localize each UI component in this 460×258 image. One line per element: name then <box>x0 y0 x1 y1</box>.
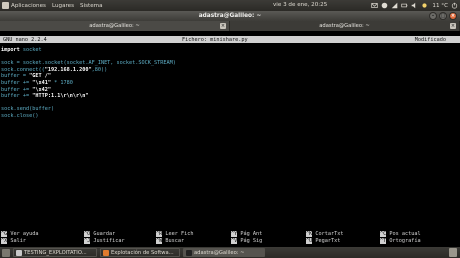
shortcut-item[interactable]: ^R Leer Fich <box>156 231 193 238</box>
shortcut-item[interactable]: ^G Ver ayuda <box>1 231 38 238</box>
battery-icon[interactable] <box>401 2 408 9</box>
shortcut-item[interactable]: ^Y Pág Ant <box>231 231 262 238</box>
chat-icon[interactable] <box>381 2 388 9</box>
app-icon <box>186 249 192 256</box>
shortcut-label: CortarTxt <box>312 231 344 237</box>
shortcut-item[interactable]: ^W Buscar <box>156 238 184 245</box>
shortcut-label: Salir <box>7 238 26 244</box>
code-line[interactable]: import socket <box>1 47 459 54</box>
code-token: buffer += <box>1 79 33 86</box>
minimize-icon[interactable]: – <box>429 12 437 20</box>
shortcut-label: Justificar <box>90 238 125 244</box>
code-line[interactable] <box>1 54 459 61</box>
shortcut-label: Buscar <box>162 238 185 244</box>
app-icon <box>16 249 22 256</box>
code-token: sock = socket.socket(socket.AF_INET, soc… <box>1 60 176 67</box>
code-line[interactable] <box>1 100 459 107</box>
power-icon[interactable] <box>451 2 458 9</box>
code-line[interactable]: buffer = "GET /" <box>1 73 459 80</box>
shortcut-item[interactable]: ^T Ortografía <box>380 238 421 245</box>
code-token: buffer += <box>1 86 33 93</box>
nano-title-bar: GNU nano 2.2.4 Fichero: minishare.py Mod… <box>0 36 460 43</box>
window-titlebar[interactable]: adastra@Galileo: ~ – □ × <box>0 11 460 21</box>
top-panel: Aplicaciones Lugares Sistema vie 3 de en… <box>0 0 460 11</box>
code-token: sock.close() <box>1 112 39 119</box>
code-line[interactable]: sock.connect(("192.168.1.200",80)) <box>1 67 459 74</box>
terminal-tabs: adastra@Galileo: ~ × adastra@Galileo: ~ … <box>0 21 460 31</box>
terminal-area[interactable]: GNU nano 2.2.4 Fichero: minishare.py Mod… <box>0 31 460 245</box>
code-line[interactable]: sock.send(buffer) <box>1 106 459 113</box>
tab-terminal-1[interactable]: adastra@Galileo: ~ × <box>0 21 230 31</box>
shortcut-label: Pág Ant <box>237 231 263 237</box>
shortcut-label: Leer Fich <box>162 231 194 237</box>
code-token: "HTTP:1.1\r\n\r\n" <box>32 93 89 100</box>
menu-sistema[interactable]: Sistema <box>80 3 103 9</box>
panel-clock[interactable]: vie 3 de ene, 20:25 <box>273 2 327 8</box>
taskbar-label: TESTING_EXPLOITATIO... <box>24 249 87 256</box>
close-icon[interactable]: × <box>449 12 457 20</box>
tab-close-icon[interactable]: × <box>450 23 456 29</box>
code-token: "\x42" <box>32 86 51 93</box>
taskbar-button[interactable]: TESTING_EXPLOITATIO... <box>13 248 97 257</box>
shortcut-label: Pág Sig <box>237 238 263 244</box>
shortcut-label: PegarTxt <box>312 238 341 244</box>
window-controls: – □ × <box>429 12 457 20</box>
tab-terminal-2[interactable]: adastra@Galileo: ~ × <box>230 21 460 31</box>
tab-label: adastra@Galileo: ~ <box>319 23 370 29</box>
taskbar-label: adastra@Galileo: ~ <box>194 249 245 256</box>
code-token: sock.connect(( <box>1 66 45 73</box>
code-line[interactable]: sock.close() <box>1 113 459 120</box>
tab-close-icon[interactable]: × <box>220 23 226 29</box>
trash-icon[interactable] <box>449 248 457 257</box>
nano-version: GNU nano 2.2.4 <box>3 36 47 43</box>
code-token: "GET /" <box>29 73 51 80</box>
network-icon[interactable] <box>391 2 398 9</box>
menu-aplicaciones[interactable]: Aplicaciones <box>11 3 46 9</box>
code-token: "\x41" <box>32 79 51 86</box>
taskbar-button[interactable]: adastra@Galileo: ~ <box>183 248 265 257</box>
temperature-label[interactable]: 11 °C <box>432 3 448 9</box>
taskbar-button[interactable]: Explotación de Softwa... <box>100 248 180 257</box>
shortcut-label: Ortografía <box>386 238 421 244</box>
taskbar-label: Explotación de Softwa... <box>111 249 174 256</box>
code-line[interactable]: sock = socket.socket(socket.AF_INET, soc… <box>1 60 459 67</box>
code-line[interactable]: buffer += "\x41" * 1780 <box>1 80 459 87</box>
bottom-taskbar: TESTING_EXPLOITATIO... Explotación de Sof… <box>0 247 460 258</box>
shortcut-label: Ver ayuda <box>7 231 39 237</box>
shortcut-item[interactable]: ^O Guardar <box>84 231 115 238</box>
code-editor[interactable]: import socket sock = socket.socket(socke… <box>1 47 459 120</box>
tab-label: adastra@Galileo: ~ <box>89 23 140 29</box>
code-token: buffer = <box>1 73 30 80</box>
nano-status: Modificado <box>414 36 446 43</box>
shortcut-item[interactable]: ^V Pág Sig <box>231 238 262 245</box>
system-tray: 11 °C <box>371 1 458 10</box>
code-token: * 1780 <box>50 79 73 86</box>
code-token: ,80)) <box>91 66 108 73</box>
code-line[interactable]: buffer += "\x42" <box>1 87 459 94</box>
shortcut-label: Pos actual <box>386 231 421 237</box>
window-title: adastra@Galileo: ~ <box>198 13 262 19</box>
shortcut-item[interactable]: ^K CortarTxt <box>306 231 343 238</box>
code-token: import <box>1 47 20 53</box>
nano-filename: Fichero: minishare.py <box>182 36 248 43</box>
code-token: "192.168.1.200" <box>44 66 92 73</box>
volume-icon[interactable] <box>411 2 418 9</box>
code-token: buffer += <box>1 93 33 100</box>
applications-icon[interactable] <box>2 2 9 9</box>
menu-lugares[interactable]: Lugares <box>52 3 74 9</box>
show-desktop-icon[interactable] <box>2 248 10 257</box>
code-line[interactable]: buffer += "HTTP:1.1\r\n\r\n" <box>1 93 459 100</box>
code-token: sock.send(buffer) <box>1 106 55 113</box>
app-icon <box>103 249 109 256</box>
shortcut-item[interactable]: ^J Justificar <box>84 238 125 245</box>
shortcut-item[interactable]: ^U PegarTxt <box>306 238 340 245</box>
nano-shortcut-bar: ^G Ver ayuda ^O Guardar ^R Leer Fich ^Y Pág… <box>0 231 460 245</box>
mail-icon[interactable] <box>371 2 379 9</box>
shortcut-item[interactable]: ^C Pos actual <box>380 231 421 238</box>
shortcut-label: Guardar <box>90 231 116 237</box>
weather-icon[interactable] <box>421 2 428 9</box>
shortcut-item[interactable]: ^X Salir <box>1 238 26 245</box>
maximize-icon[interactable]: □ <box>439 12 447 20</box>
code-token: socket <box>19 47 42 53</box>
